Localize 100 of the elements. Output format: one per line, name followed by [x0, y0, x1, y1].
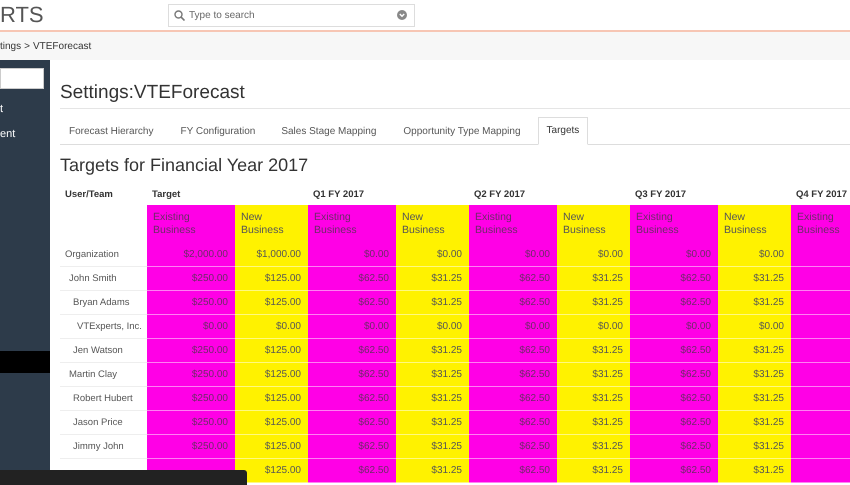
- dropdown-icon[interactable]: [397, 10, 407, 20]
- table-cell: $62.50: [308, 339, 396, 363]
- table-cell: $0.00: [557, 243, 630, 267]
- table-cell: $0.00: [718, 315, 791, 339]
- table-cell: $62.50: [308, 435, 396, 459]
- table-cell: $31.25: [557, 411, 630, 435]
- table-cell: $31.25: [396, 267, 469, 291]
- table-cell: $125.00: [235, 339, 308, 363]
- table-cell: $62.50: [308, 387, 396, 411]
- column-header: Existing Business: [630, 205, 718, 243]
- table-cell: $250.00: [147, 291, 235, 315]
- table-cell: $31.25: [557, 291, 630, 315]
- table-cell: $31.25: [396, 363, 469, 387]
- table-cell: $31.25: [718, 267, 791, 291]
- table-cell: $62.50: [308, 411, 396, 435]
- breadcrumb-separator: >: [24, 40, 30, 52]
- table-cell: $62.50: [469, 363, 557, 387]
- sidebar-item[interactable]: t: [0, 102, 4, 117]
- table-cell: $250.00: [147, 363, 235, 387]
- table-cell: $31.25: [718, 411, 791, 435]
- tab[interactable]: Sales Stage Mapping: [272, 118, 386, 145]
- table-cell: $31.25: [557, 363, 630, 387]
- table-cell: $125.00: [235, 387, 308, 411]
- table-cell: $31.25: [557, 459, 630, 483]
- table-cell: $0.00: [469, 243, 557, 267]
- table-cell: $62.50: [630, 291, 718, 315]
- table-cell: $0.00: [630, 243, 718, 267]
- search-field[interactable]: Type to search: [168, 4, 415, 26]
- table-cell: $31.25: [718, 387, 791, 411]
- tab[interactable]: FY Configuration: [171, 118, 264, 145]
- table-cell: $62.50: [630, 435, 718, 459]
- column-header: Existing Business: [308, 205, 396, 243]
- column-header: Existing Business: [469, 205, 557, 243]
- table-cell: $62.50: [469, 291, 557, 315]
- tab[interactable]: Targets: [538, 117, 588, 145]
- breadcrumb-link[interactable]: tings: [0, 40, 22, 52]
- logo: RTS: [0, 1, 45, 29]
- column-header: New Business: [557, 205, 630, 243]
- table-cell: $62.50: [630, 363, 718, 387]
- table-cell: $250.00: [147, 267, 235, 291]
- column-header: Q3 FY 2017: [634, 188, 688, 202]
- table-cell: $1,000.00: [235, 243, 308, 267]
- table-cell: $62.50: [308, 459, 396, 483]
- table-cell: $2,000.00: [147, 243, 235, 267]
- table-cell: $31.25: [718, 291, 791, 315]
- column-header: Existing Business: [791, 205, 850, 243]
- table-cell: $125.00: [235, 459, 308, 483]
- column-header: Q1 FY 2017: [312, 188, 366, 202]
- table-cell: $31.25: [396, 459, 469, 483]
- section-title: Targets for Financial Year 2017: [60, 155, 310, 177]
- table-cell: $31.25: [557, 267, 630, 291]
- breadcrumb-link[interactable]: VTEForecast: [32, 40, 92, 52]
- table-cell: $0.00: [630, 315, 718, 339]
- table-cell: $125.00: [235, 363, 308, 387]
- table-cell: $0.00: [557, 315, 630, 339]
- table-cell: $250.00: [147, 435, 235, 459]
- table-cell: $62.50: [469, 459, 557, 483]
- table-cell: $0.00: [396, 243, 469, 267]
- table-cell: $31.25: [557, 339, 630, 363]
- table-cell: $62.50: [469, 267, 557, 291]
- sidebar-item[interactable]: ent: [0, 127, 16, 142]
- table-cell: $31.25: [718, 339, 791, 363]
- sidebar-highlight-bar: [0, 351, 50, 373]
- column-header: Target: [151, 188, 182, 202]
- tab[interactable]: Opportunity Type Mapping: [394, 118, 530, 145]
- column-header: New Business: [396, 205, 469, 243]
- column-header: Q4 FY 2017: [795, 188, 848, 202]
- table-cell: $125.00: [235, 411, 308, 435]
- page-title: Settings:VTEForecast: [60, 60, 850, 109]
- table-cell: $31.25: [396, 411, 469, 435]
- column-header: Existing Business: [147, 205, 235, 243]
- table-cell: $31.25: [396, 339, 469, 363]
- table-cell: $250.00: [147, 411, 235, 435]
- table-cell: $250.00: [147, 387, 235, 411]
- table-cell: $250.00: [147, 339, 235, 363]
- column-header: New Business: [235, 205, 308, 243]
- sidebar-search-field[interactable]: [0, 68, 44, 89]
- table-cell: $125.00: [235, 267, 308, 291]
- table-cell: $62.50: [469, 435, 557, 459]
- column-header: New Business: [718, 205, 791, 243]
- table-cell: $31.25: [396, 435, 469, 459]
- table-cell: $62.50: [469, 339, 557, 363]
- table-cell: $0.00: [235, 315, 308, 339]
- table-cell: $62.50: [469, 387, 557, 411]
- table-cell: $31.25: [718, 435, 791, 459]
- table-cell: $0.00: [718, 243, 791, 267]
- table-cell: $62.50: [630, 459, 718, 483]
- tab[interactable]: Forecast Hierarchy: [60, 118, 162, 145]
- table-cell: $125.00: [235, 291, 308, 315]
- table-cell: $31.25: [396, 387, 469, 411]
- table-cell: $0.00: [308, 315, 396, 339]
- table-cell: $0.00: [396, 315, 469, 339]
- table-cell: $125.00: [235, 435, 308, 459]
- table-cell: $62.50: [308, 363, 396, 387]
- table-cell: $31.25: [557, 387, 630, 411]
- table-cell: $62.50: [630, 267, 718, 291]
- column-header: Q2 FY 2017: [473, 188, 526, 202]
- table-cell: $0.00: [147, 315, 235, 339]
- table-cell: $31.25: [396, 291, 469, 315]
- table-cell: $62.50: [630, 411, 718, 435]
